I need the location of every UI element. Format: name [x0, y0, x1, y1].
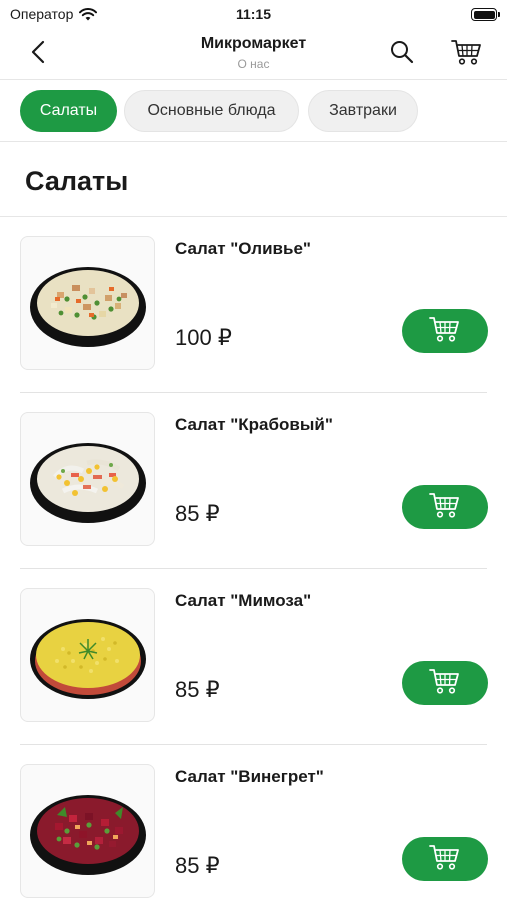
product-name[interactable]: Салат "Крабовый" — [175, 415, 333, 435]
product-name[interactable]: Салат "Винегрет" — [175, 767, 324, 787]
add-to-cart-icon — [429, 491, 461, 524]
add-to-cart-button[interactable] — [402, 485, 488, 529]
section-header: Салаты — [0, 142, 507, 217]
navigation-bar: Микромаркет О нас — [0, 28, 507, 80]
category-tabs: Салаты Основные блюда Завтраки — [0, 80, 507, 142]
product-card[interactable]: Салат "Оливье" 100 ₽ — [0, 217, 507, 393]
about-link[interactable]: О нас — [0, 57, 507, 71]
cart-icon — [451, 38, 483, 71]
section-title: Салаты — [25, 166, 129, 196]
add-to-cart-icon — [429, 667, 461, 700]
add-to-cart-icon — [429, 843, 461, 876]
page-title: Микромаркет — [200, 35, 307, 52]
cart-button[interactable] — [450, 37, 484, 71]
category-chip-main-dishes[interactable]: Основные блюда — [124, 90, 299, 132]
add-to-cart-button[interactable] — [402, 837, 488, 881]
product-card[interactable]: Салат "Крабовый" 85 ₽ — [0, 393, 507, 569]
product-name[interactable]: Салат "Мимоза" — [175, 591, 311, 611]
product-card[interactable]: Салат "Мимоза" 85 ₽ — [0, 569, 507, 745]
search-icon — [389, 39, 415, 70]
olivier-salad-image[interactable] — [20, 236, 155, 370]
add-to-cart-button[interactable] — [402, 661, 488, 705]
product-card[interactable]: Салат "Винегрет" 85 ₽ — [0, 745, 507, 900]
add-to-cart-button[interactable] — [402, 309, 488, 353]
mimosa-salad-image[interactable] — [20, 588, 155, 722]
product-price: 85 ₽ — [175, 677, 220, 702]
category-chip-breakfasts[interactable]: Завтраки — [308, 90, 418, 132]
product-name[interactable]: Салат "Оливье" — [175, 239, 311, 259]
clock: 11:15 — [235, 6, 272, 22]
vinegret-salad-image[interactable] — [20, 764, 155, 898]
app-screen: Оператор 11:15 Микромаркет О нас Салаты … — [0, 0, 507, 900]
search-button[interactable] — [386, 38, 418, 70]
status-bar: Оператор 11:15 — [0, 0, 507, 28]
product-price: 85 ₽ — [175, 853, 220, 878]
crab-salad-image[interactable] — [20, 412, 155, 546]
category-chip-salads[interactable]: Салаты — [20, 90, 117, 132]
add-to-cart-icon — [429, 315, 461, 348]
product-price: 100 ₽ — [175, 325, 232, 350]
product-price: 85 ₽ — [175, 501, 220, 526]
battery-icon — [471, 8, 500, 21]
nav-title-group: Микромаркет О нас — [0, 35, 507, 71]
